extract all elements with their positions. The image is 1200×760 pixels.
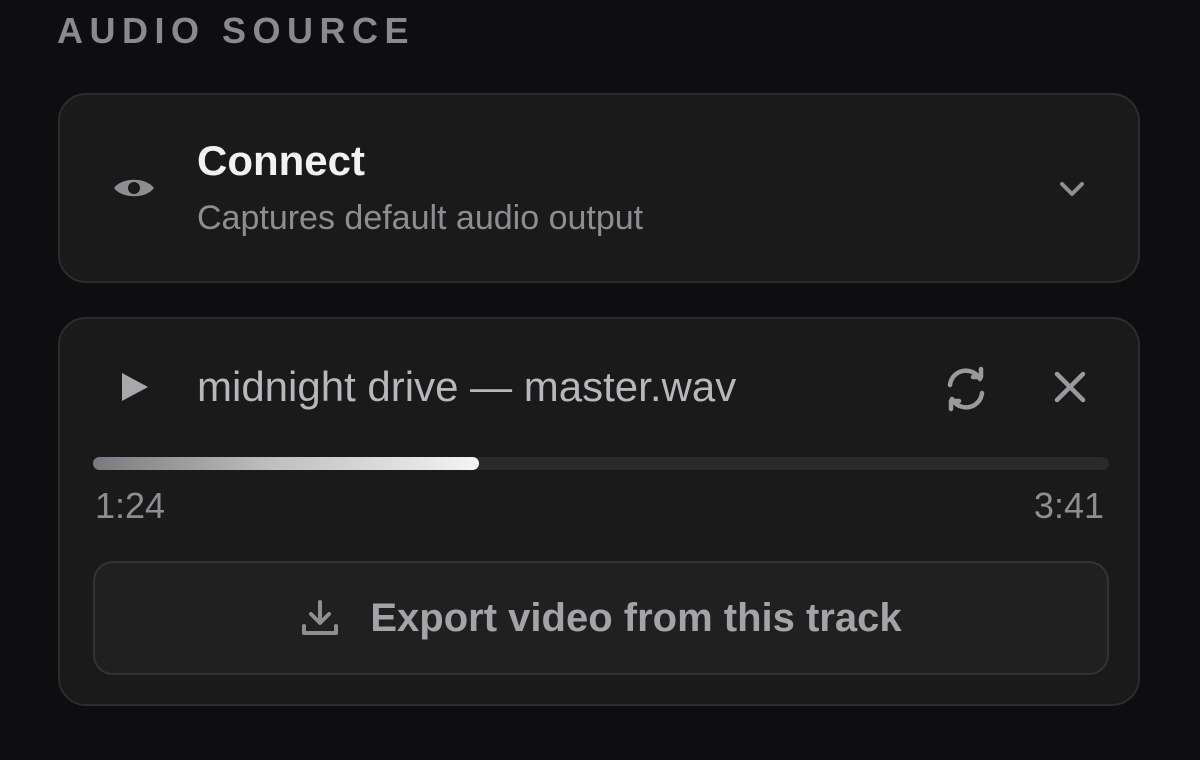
elapsed-time: 1:24 [95, 485, 166, 526]
track-card: midnight drive — master.wav 1:24 3:41 Ex… [58, 317, 1140, 706]
close-icon[interactable] [1050, 367, 1090, 407]
eye-icon [114, 179, 154, 197]
section-title: AUDIO SOURCE [57, 10, 416, 51]
source-subtitle: Captures default audio output [197, 199, 644, 237]
progress-bar[interactable] [93, 457, 1109, 470]
play-icon[interactable] [116, 369, 152, 405]
progress-fill [93, 457, 480, 470]
export-video-button[interactable]: Export video from this track [93, 561, 1109, 675]
refresh-icon[interactable] [942, 365, 990, 413]
source-title: Connect [197, 137, 365, 184]
track-name: midnight drive — master.wav [197, 363, 737, 410]
download-icon [302, 600, 339, 635]
audio-source-selector[interactable]: Connect Captures default audio output [58, 93, 1140, 283]
chevron-down-icon[interactable] [1058, 179, 1086, 199]
total-duration: 3:41 [1033, 485, 1104, 526]
export-label: Export video from this track [370, 595, 902, 640]
